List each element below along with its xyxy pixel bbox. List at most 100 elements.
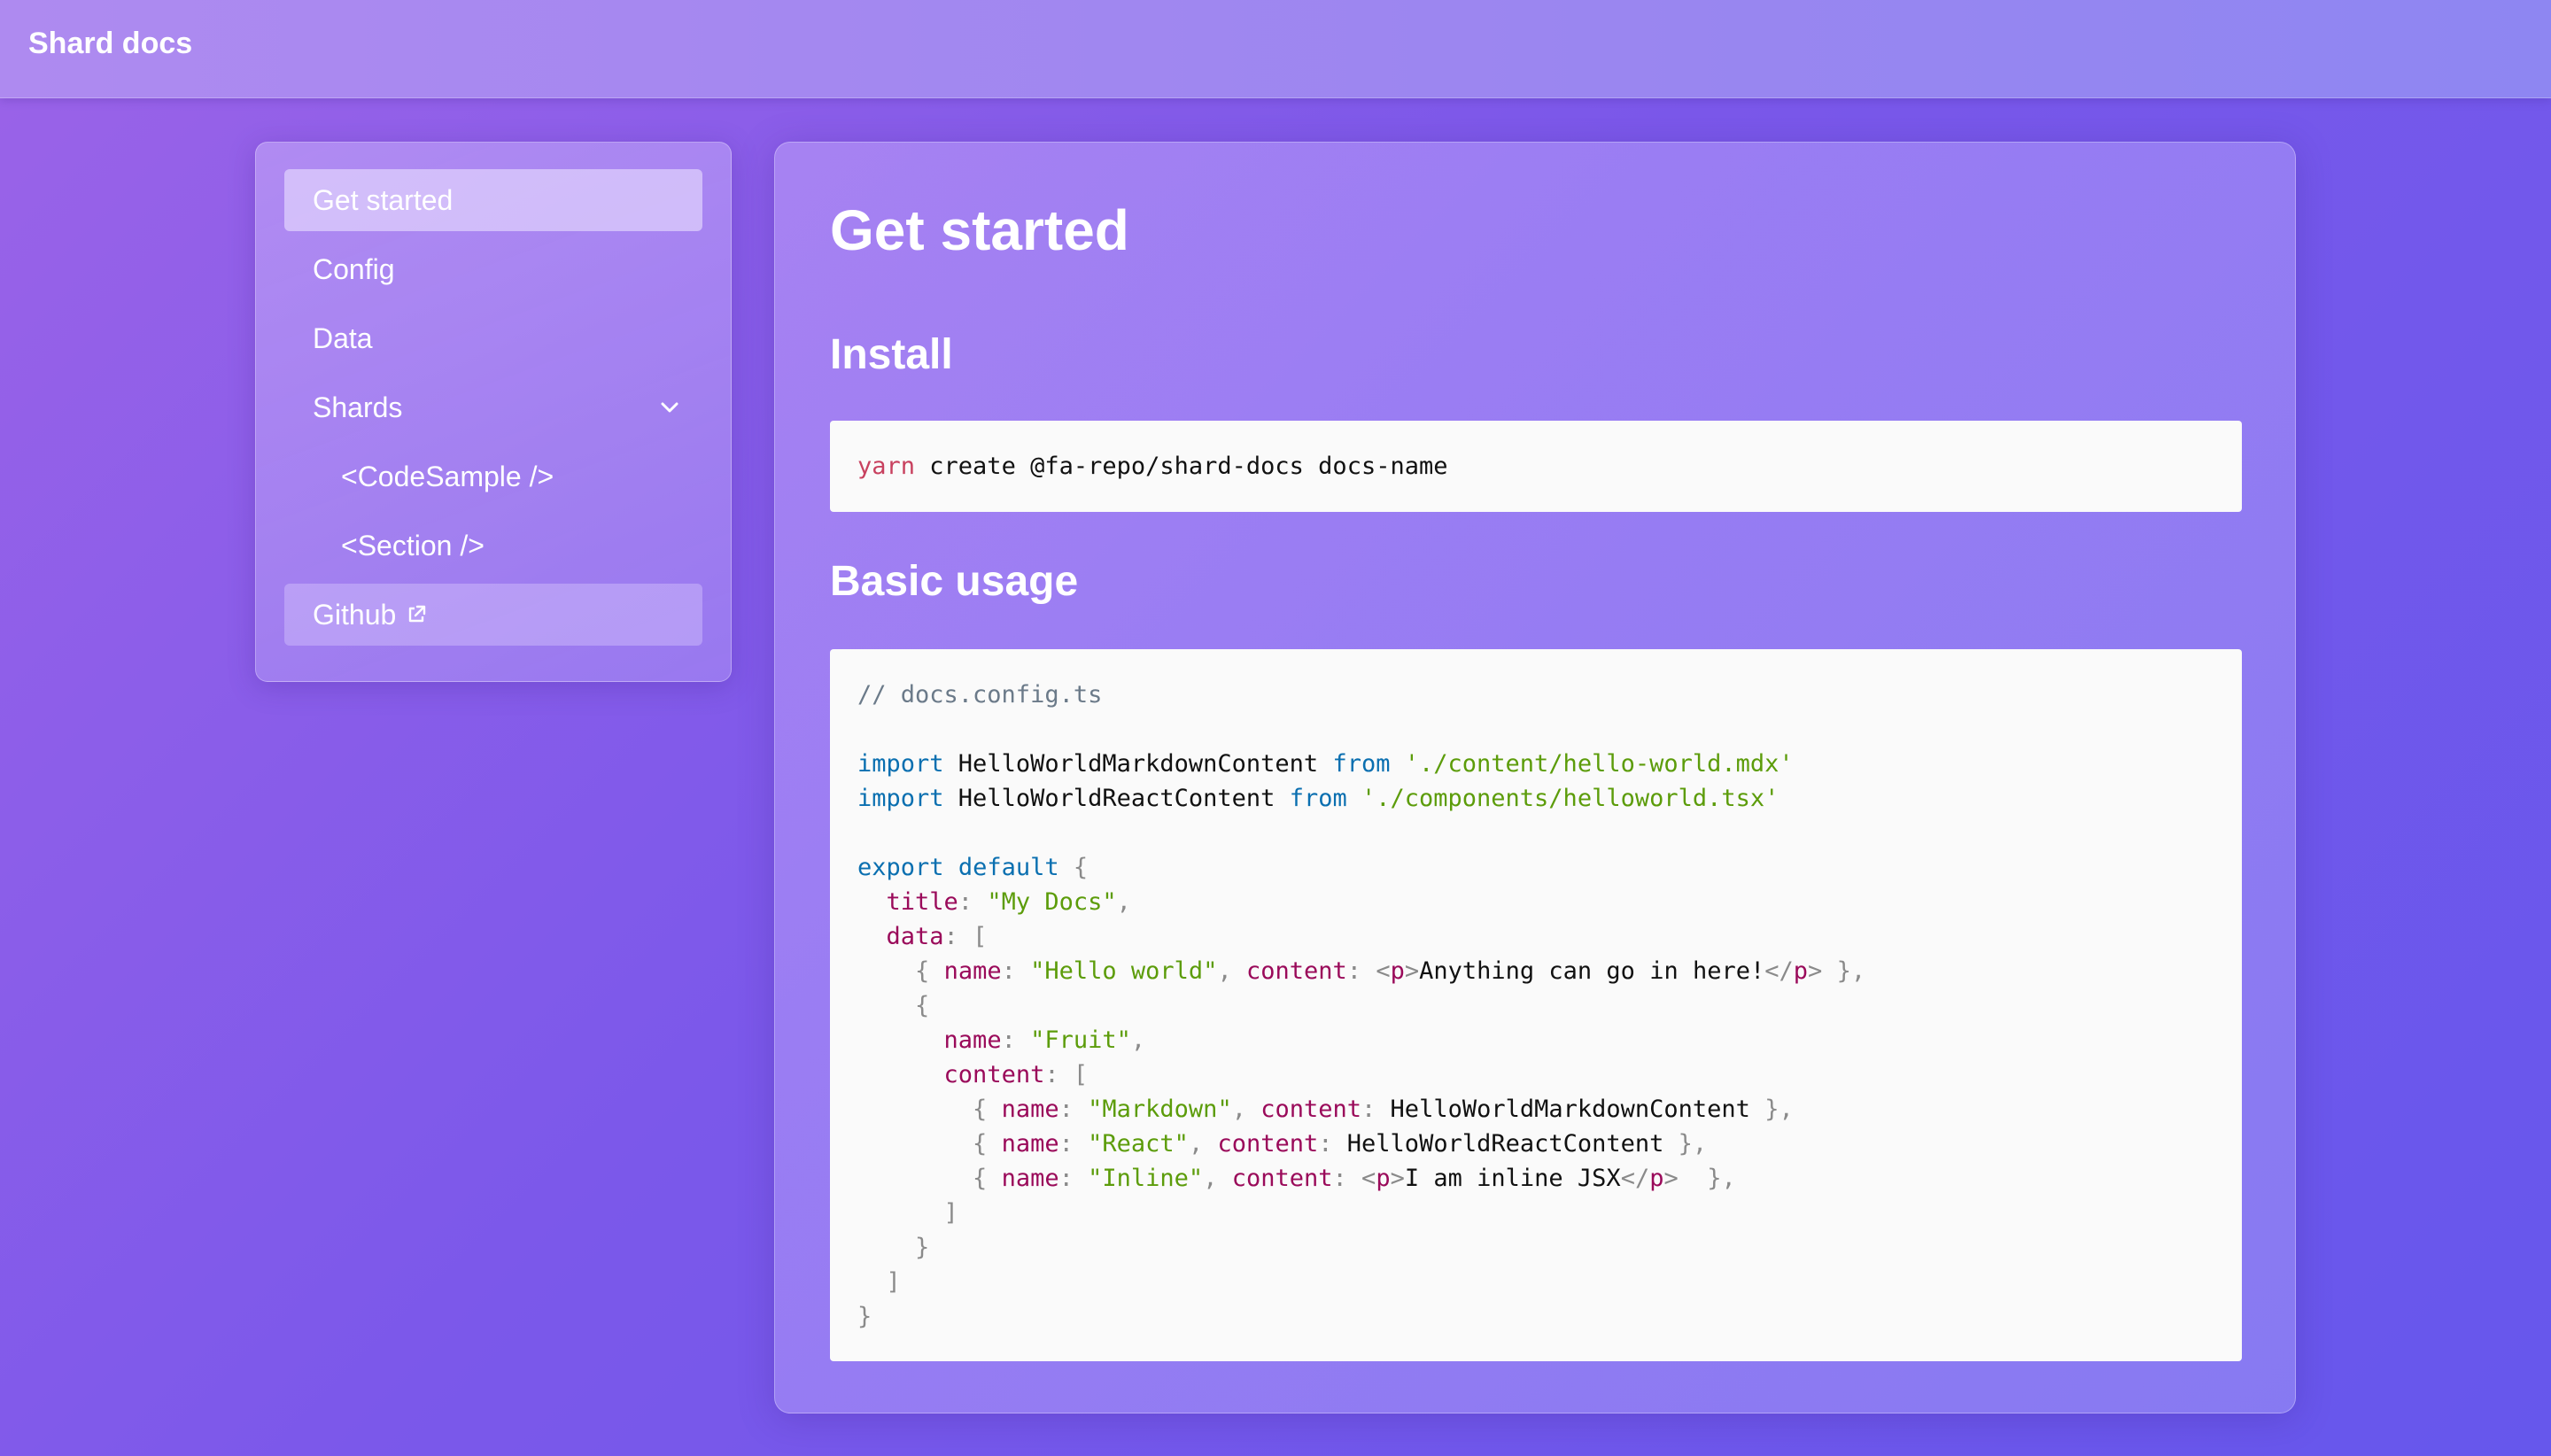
code-token: data [886,923,944,950]
sidebar-item-label: <CodeSample /> [341,460,554,492]
sidebar-item-label: Get started [313,183,454,216]
code-token: { [973,1130,988,1158]
code-line: { [857,988,2214,1023]
code-token: "React" [1088,1130,1189,1158]
code-line: content: [ [857,1057,2214,1092]
code-token: content [1231,1165,1333,1192]
sidebar-item-codesample[interactable]: <CodeSample /> [284,445,702,507]
sidebar: Get started Config Data Shards <CodeSamp… [255,142,732,682]
external-link-icon [409,605,426,623]
sidebar-item-label: Github [313,598,397,631]
install-command-keyword: yarn [857,453,916,480]
sidebar-item-section[interactable]: <Section /> [284,515,702,577]
code-token: > [1663,1165,1679,1192]
code-token: import [857,750,944,778]
code-token: : [1001,957,1016,985]
code-token: : [943,923,958,950]
code-token: }, [1764,1096,1794,1123]
sidebar-item-github[interactable]: Github [284,584,702,646]
code-token: < [1376,957,1391,985]
code-token: // docs.config.ts [857,681,1103,709]
code-token: < [1361,1165,1376,1192]
code-token: { [973,1165,988,1192]
code-token: import [857,785,944,812]
main-content: Get started Install yarn create @fa-repo… [774,142,2296,1413]
code-token: p [1390,957,1405,985]
code-token: p [1649,1165,1664,1192]
code-token: "Hello world" [1030,957,1218,985]
code-line: import HelloWorldReactContent from './co… [857,781,2214,816]
code-token: </ [1620,1165,1650,1192]
sidebar-item-data[interactable]: Data [284,307,702,369]
code-token: { [973,1096,988,1123]
code-line: ] [857,1196,2214,1230]
code-token: : [1001,1026,1016,1054]
sidebar-item-config[interactable]: Config [284,238,702,300]
code-token: content [943,1061,1045,1088]
code-token: "Fruit" [1030,1026,1131,1054]
usage-code-block[interactable]: // docs.config.ts import HelloWorldMarkd… [830,649,2242,1361]
code-token: name [943,1026,1002,1054]
code-token: './components/helloworld.tsx' [1361,785,1779,812]
code-token: HelloWorldReactContent [943,785,1290,812]
code-token: title [886,888,958,916]
code-token: : [1318,1130,1333,1158]
code-token: </ [1764,957,1794,985]
code-token: content [1260,1096,1362,1123]
code-token: export [857,854,944,881]
sidebar-item-shards[interactable]: Shards [284,376,702,438]
code-token: name [1001,1096,1059,1123]
code-token: > [1808,957,1823,985]
code-token: './content/hello-world.mdx' [1404,750,1794,778]
chevron-down-icon[interactable] [658,396,681,419]
code-token: }, [1707,1165,1736,1192]
code-line: title: "My Docs", [857,885,2214,919]
install-code-block[interactable]: yarn create @fa-repo/shard-docs docs-nam… [830,421,2242,512]
code-token: from [1332,750,1391,778]
code-token: "Inline" [1088,1165,1204,1192]
code-token: , [1130,1026,1146,1054]
code-token: p [1376,1165,1391,1192]
code-token: { [1073,854,1089,881]
code-token: , [1217,957,1232,985]
code-line: } [857,1230,2214,1265]
code-token: Anything can go in here! [1419,957,1765,985]
sidebar-item-get-started[interactable]: Get started [284,169,702,231]
sidebar-item-label: Shards [313,391,403,423]
sidebar-item-label: Config [313,252,395,285]
code-token: { [915,957,930,985]
code-line: // docs.config.ts [857,678,2214,712]
code-token: , [1116,888,1131,916]
code-token: : [1332,1165,1347,1192]
sidebar-item-label: Data [313,321,373,354]
code-line: name: "Fruit", [857,1023,2214,1057]
code-line: ] [857,1265,2214,1299]
code-line: { name: "Hello world", content: <p>Anyth… [857,954,2214,988]
code-line: { name: "React", content: HelloWorldReac… [857,1127,2214,1161]
code-line: import HelloWorldMarkdownContent from '.… [857,747,2214,781]
code-token: "Markdown" [1088,1096,1232,1123]
code-token: } [915,1234,930,1261]
code-token: p [1793,957,1809,985]
brand-title[interactable]: Shard docs [28,27,192,61]
code-token: > [1390,1165,1405,1192]
code-token: HelloWorldMarkdownContent [1376,1096,1765,1123]
